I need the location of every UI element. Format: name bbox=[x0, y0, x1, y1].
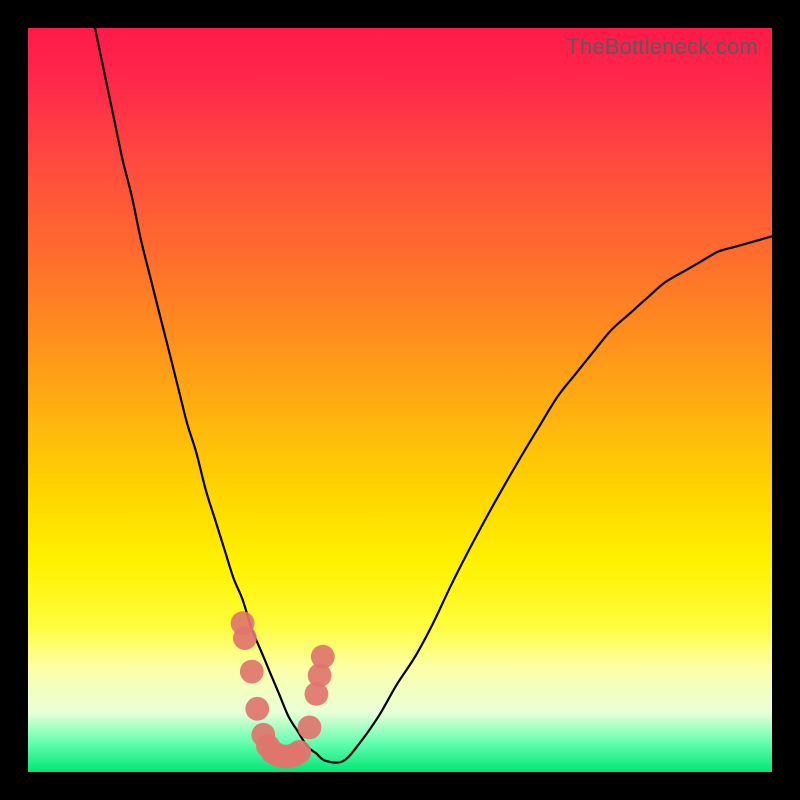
data-marker bbox=[311, 645, 335, 669]
data-marker bbox=[245, 697, 269, 721]
marker-layer bbox=[231, 611, 335, 768]
data-marker bbox=[298, 716, 322, 740]
bottleneck-curve bbox=[95, 28, 772, 763]
data-marker bbox=[240, 660, 264, 684]
data-marker bbox=[233, 626, 257, 650]
chart-frame: TheBottleneck.com bbox=[0, 0, 800, 800]
data-marker bbox=[287, 740, 311, 764]
chart-plot-area: TheBottleneck.com bbox=[28, 28, 772, 772]
chart-svg bbox=[28, 28, 772, 772]
